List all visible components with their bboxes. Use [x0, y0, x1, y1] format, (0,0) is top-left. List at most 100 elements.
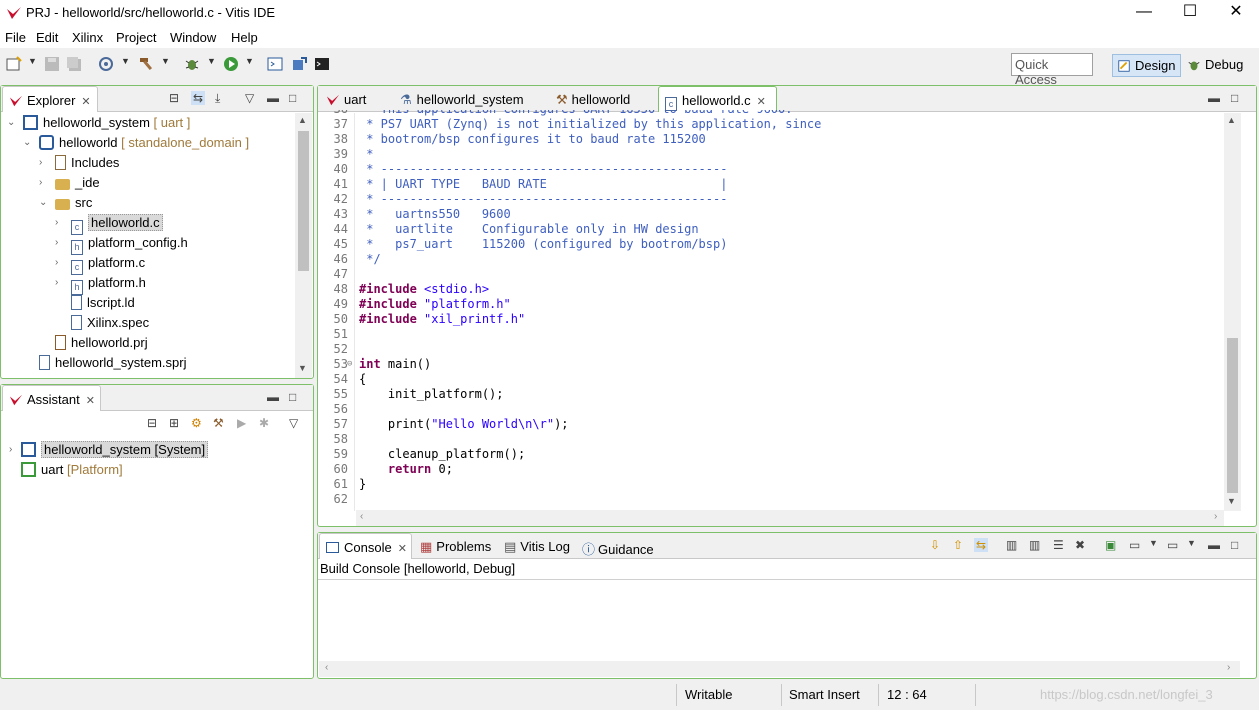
scroll-up-icon[interactable]: ▲ — [1227, 115, 1236, 125]
explorer-item[interactable]: Xilinx.spec — [71, 313, 149, 333]
tab-explorer[interactable]: Explorer ✕ — [2, 86, 98, 112]
run-dropdown-icon[interactable]: ▼ — [245, 56, 254, 66]
tree-expand-toggle-icon[interactable]: ⌄ — [23, 137, 31, 148]
menu-project[interactable]: Project — [116, 30, 156, 45]
display-console-dropdown-icon[interactable]: ▼ — [1149, 538, 1158, 548]
maximize-view-icon[interactable]: □ — [289, 390, 296, 404]
scroll-up-arrow-icon[interactable]: ⇧ — [953, 538, 963, 552]
tree-expand-toggle-icon[interactable]: › — [55, 217, 58, 228]
tree-expand-toggle-icon[interactable]: › — [9, 444, 12, 455]
new-console-icon[interactable]: ▭ — [1167, 538, 1178, 552]
save-all-icon[interactable] — [66, 56, 82, 72]
menu-edit[interactable]: Edit — [36, 30, 58, 45]
minimize-button[interactable]: — — [1121, 0, 1167, 26]
editor-hscrollbar[interactable]: ‹ › — [356, 510, 1224, 526]
view-menu-icon[interactable]: ▽ — [289, 416, 298, 430]
minimize-view-icon[interactable]: ▬ — [1208, 538, 1220, 552]
explorer-item[interactable]: c platform.c — [71, 253, 145, 275]
expand-icon[interactable]: ⊞ — [169, 416, 179, 430]
menu-xilinx[interactable]: Xilinx — [72, 30, 103, 45]
minimize-view-icon[interactable]: ▬ — [1208, 91, 1220, 105]
collapse-icon[interactable]: ⊟ — [147, 416, 157, 430]
settings-gear-icon[interactable]: ⚙ — [191, 416, 202, 430]
editor-vscrollbar[interactable]: ▲ ▼ — [1224, 113, 1241, 511]
explorer-item[interactable]: helloworld_system.sprj — [39, 353, 187, 373]
scroll-thumb[interactable] — [1227, 338, 1238, 493]
explorer-scrollbar[interactable]: ▲ ▼ — [295, 113, 312, 378]
explorer-item[interactable]: h platform_config.h — [71, 233, 188, 255]
clear-console-icon[interactable]: ☰ — [1053, 538, 1064, 552]
scroll-down-icon[interactable]: ▼ — [298, 363, 307, 373]
menu-window[interactable]: Window — [170, 30, 216, 45]
close-tab-icon[interactable]: ✕ — [757, 96, 766, 108]
tree-expand-toggle-icon[interactable]: ⌄ — [7, 117, 15, 128]
program-device-icon[interactable] — [291, 56, 307, 72]
close-tab-icon[interactable]: ✕ — [86, 395, 95, 407]
debug-bug-icon[interactable] — [184, 56, 200, 72]
build-dropdown-icon[interactable]: ▼ — [161, 56, 170, 66]
console-hscrollbar[interactable]: ‹ › — [319, 661, 1240, 677]
maximize-button[interactable]: ☐ — [1167, 0, 1213, 26]
tab-console[interactable]: Console ✕ — [319, 533, 412, 559]
explorer-item[interactable]: c helloworld.c — [71, 213, 163, 235]
tree-expand-toggle-icon[interactable]: › — [55, 277, 58, 288]
build-config-dropdown-icon[interactable]: ▼ — [121, 56, 130, 66]
word-wrap-icon[interactable]: ▥ — [1029, 538, 1040, 552]
scroll-right-icon[interactable]: › — [1214, 511, 1217, 522]
link-editor-icon[interactable]: ⇆ — [191, 91, 206, 105]
code-editor[interactable]: 36 * This application configures UART 16… — [318, 110, 1223, 510]
open-console-icon[interactable]: ▣ — [1105, 538, 1116, 552]
debug-bug-icon[interactable]: ✱ — [259, 416, 269, 430]
tree-expand-toggle-icon[interactable]: › — [55, 257, 58, 268]
design-perspective-button[interactable]: Design — [1112, 54, 1181, 77]
maximize-view-icon[interactable]: □ — [1231, 91, 1238, 105]
collapse-all-icon[interactable]: ⊟ — [169, 91, 179, 105]
explorer-item[interactable]: src — [55, 193, 92, 213]
menu-file[interactable]: File — [5, 30, 26, 45]
explorer-item[interactable]: helloworld.prj — [55, 333, 148, 353]
scroll-left-icon[interactable]: ‹ — [325, 662, 328, 673]
tab-vitis-log[interactable]: ▤ Vitis Log — [498, 533, 576, 559]
pin-console-icon[interactable]: ▥ — [1006, 538, 1017, 552]
build-hammer-icon[interactable]: ⚒ — [213, 416, 224, 430]
tree-expand-toggle-icon[interactable]: › — [55, 237, 58, 248]
display-console-icon[interactable]: ▭ — [1129, 538, 1140, 552]
close-tab-icon[interactable]: ✕ — [398, 543, 407, 555]
view-menu-icon[interactable]: ▽ — [245, 91, 254, 105]
save-icon[interactable] — [44, 56, 60, 72]
new-icon[interactable] — [6, 56, 22, 72]
close-tab-icon[interactable]: ✕ — [81, 96, 90, 108]
scroll-down-arrow-icon[interactable]: ⇩ — [930, 538, 940, 552]
tab-helloworld[interactable]: ⚒ helloworld — [550, 86, 636, 112]
tab-uart[interactable]: uart — [320, 86, 372, 112]
debug-perspective-button[interactable]: Debug — [1186, 54, 1256, 77]
tab-helloworld-c[interactable]: c helloworld.c ✕ — [658, 86, 777, 112]
tab-helloworld-system[interactable]: ⚗ helloworld_system — [394, 86, 530, 112]
terminal-icon[interactable] — [267, 56, 283, 72]
scroll-lock-icon[interactable]: ⇆ — [974, 538, 989, 552]
minimize-view-icon[interactable]: ▬ — [267, 390, 279, 404]
build-hammer-icon[interactable] — [138, 56, 154, 72]
explorer-item[interactable]: lscript.ld — [71, 293, 135, 313]
build-config-icon[interactable] — [98, 56, 114, 72]
scroll-left-icon[interactable]: ‹ — [360, 511, 363, 522]
new-console-dropdown-icon[interactable]: ▼ — [1187, 538, 1196, 548]
tree-expand-toggle-icon[interactable]: ⌄ — [39, 197, 47, 208]
maximize-view-icon[interactable]: □ — [289, 91, 296, 105]
explorer-item[interactable]: h platform.h — [71, 273, 146, 295]
explorer-item[interactable]: _ide — [55, 173, 100, 193]
tab-guidance[interactable]: ⓘ Guidance — [576, 533, 660, 559]
tree-expand-toggle-icon[interactable]: › — [39, 177, 42, 188]
debug-dropdown-icon[interactable]: ▼ — [207, 56, 216, 66]
tab-problems[interactable]: ▦ Problems — [414, 533, 497, 559]
run-icon[interactable] — [223, 56, 239, 72]
maximize-view-icon[interactable]: □ — [1231, 538, 1238, 552]
quick-access-input[interactable]: Quick Access — [1011, 53, 1093, 87]
explorer-item[interactable]: helloworld [ standalone_domain ] — [39, 133, 249, 153]
assistant-item[interactable]: helloworld_system [System] — [21, 440, 209, 460]
assistant-item[interactable]: uart [Platform] — [21, 460, 123, 480]
scroll-thumb[interactable] — [298, 131, 309, 271]
scroll-down-icon[interactable]: ▼ — [1227, 496, 1236, 506]
tab-assistant[interactable]: Assistant ✕ — [2, 385, 101, 411]
explorer-item[interactable]: helloworld_system [ uart ] — [23, 113, 190, 133]
